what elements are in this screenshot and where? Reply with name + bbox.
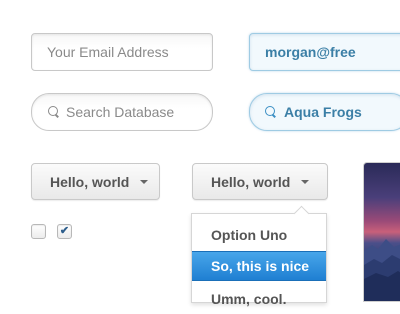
- dropdown-option-2[interactable]: So, this is nice: [192, 251, 326, 281]
- checkbox-checked[interactable]: ✔: [57, 224, 72, 239]
- dropdown-button-label: Hello, world: [50, 173, 130, 190]
- email-input[interactable]: [31, 33, 213, 71]
- dropdown-option-3[interactable]: Umm, cool.: [192, 284, 326, 314]
- search-icon-active: [265, 106, 275, 116]
- landscape-image: [363, 162, 400, 302]
- option-label: So, this is nice: [211, 258, 310, 274]
- dropdown-menu: Option Uno So, this is nice Umm, cool.: [191, 205, 327, 307]
- dropdown-button-label: Hello, world: [211, 173, 291, 190]
- search-input[interactable]: [31, 93, 213, 131]
- mountain-silhouette: [364, 239, 400, 301]
- dropdown-button[interactable]: Hello, world: [31, 163, 160, 200]
- menu-pointer: [293, 205, 310, 222]
- dropdown-option-1[interactable]: Option Uno: [192, 220, 326, 250]
- email-input-focused[interactable]: [249, 33, 400, 71]
- option-label: Umm, cool.: [211, 291, 287, 307]
- checkbox-unchecked[interactable]: [31, 224, 46, 239]
- chevron-down-icon: [140, 180, 148, 184]
- search-icon: [48, 106, 58, 116]
- chevron-down-icon: [301, 180, 309, 184]
- dropdown-button-open[interactable]: Hello, world: [192, 163, 328, 200]
- option-label: Option Uno: [211, 227, 288, 243]
